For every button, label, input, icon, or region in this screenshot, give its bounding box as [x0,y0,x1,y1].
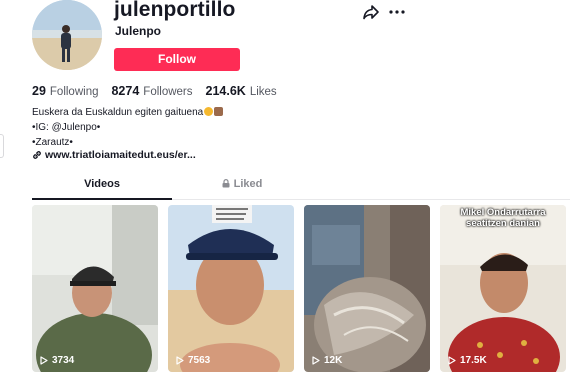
bio-line-3: •Zarautz• [32,137,73,148]
profile-stats: 29 Following 8274 Followers 214.6K Likes [32,84,290,98]
profile-link[interactable]: www.triatloiamaitedut.eus/er... [32,149,196,161]
play-icon [176,356,184,365]
followers-count: 8274 [111,84,140,98]
avatar [32,0,102,70]
video-views-4-count: 17.5K [460,355,487,366]
play-icon [312,356,320,365]
video-views-3-count: 12K [324,355,343,366]
sidebar-edge [0,0,6,380]
share-icon[interactable] [362,4,380,20]
tab-videos[interactable]: Videos [32,178,172,190]
tab-videos-label: Videos [84,178,120,190]
more-icon[interactable] [388,4,406,20]
play-icon [448,356,456,365]
video-views-2: 7563 [176,355,210,366]
video-thumbnail-3 [304,205,430,372]
following-count: 29 [32,84,46,98]
likes-label: Likes [249,86,277,98]
bio-line-2: •IG: @Julenpo• [32,122,101,133]
video-thumbnail-2 [168,205,294,372]
profile-nickname: Julenpo [115,24,162,38]
tab-active-indicator [32,198,172,200]
lock-icon [222,179,230,188]
profile-bio: Euskera da Euskaldun egiten gaituena •IG… [32,105,224,150]
play-icon [40,356,48,365]
video-views-1: 3734 [40,355,74,366]
video-card-4[interactable]: Mikel Ondarrutarra seatitzen danian 17.5… [440,205,566,372]
follow-button[interactable]: Follow [114,48,240,71]
following-label: Following [49,86,99,98]
video-views-1-count: 3734 [52,355,75,366]
profile-tabs: Videos Liked [32,178,570,200]
bio-line-1: Euskera da Euskaldun egiten gaituena [32,105,224,120]
profile-link-text: www.triatloiamaitedut.eus/er... [45,149,196,161]
profile-username: julenportillo [114,0,236,21]
video-views-3: 12K [312,355,342,366]
video-card-2[interactable]: 7563 [168,205,294,372]
video-caption-overlay-4: Mikel Ondarrutarra seatitzen danian [460,207,546,229]
tab-liked-label: Liked [233,178,263,190]
stat-followers[interactable]: 8274 Followers [111,84,192,98]
video-thumbnail-1 [32,205,158,372]
likes-count: 214.6K [205,84,246,98]
video-grid: 3734 7563 12K Mikel Ondarrutarra seatitz… [32,205,570,380]
followers-label: Followers [143,86,193,98]
rock-hand-emoji-icon [214,107,224,116]
sidebar-edge-tab[interactable] [0,134,4,158]
link-icon [33,151,41,159]
bio-line-1-text: Euskera da Euskaldun egiten gaituena [32,107,204,118]
video-views-2-count: 7563 [188,355,211,366]
video-card-3[interactable]: 12K [304,205,430,372]
video-card-1[interactable]: 3734 [32,205,158,372]
video-thumbnail-4 [440,205,566,372]
stat-following[interactable]: 29 Following [32,84,98,98]
tab-liked[interactable]: Liked [172,178,312,190]
video-views-4: 17.5K [448,355,487,366]
stat-likes: 214.6K Likes [206,84,277,98]
laughing-emoji-icon [204,107,214,116]
